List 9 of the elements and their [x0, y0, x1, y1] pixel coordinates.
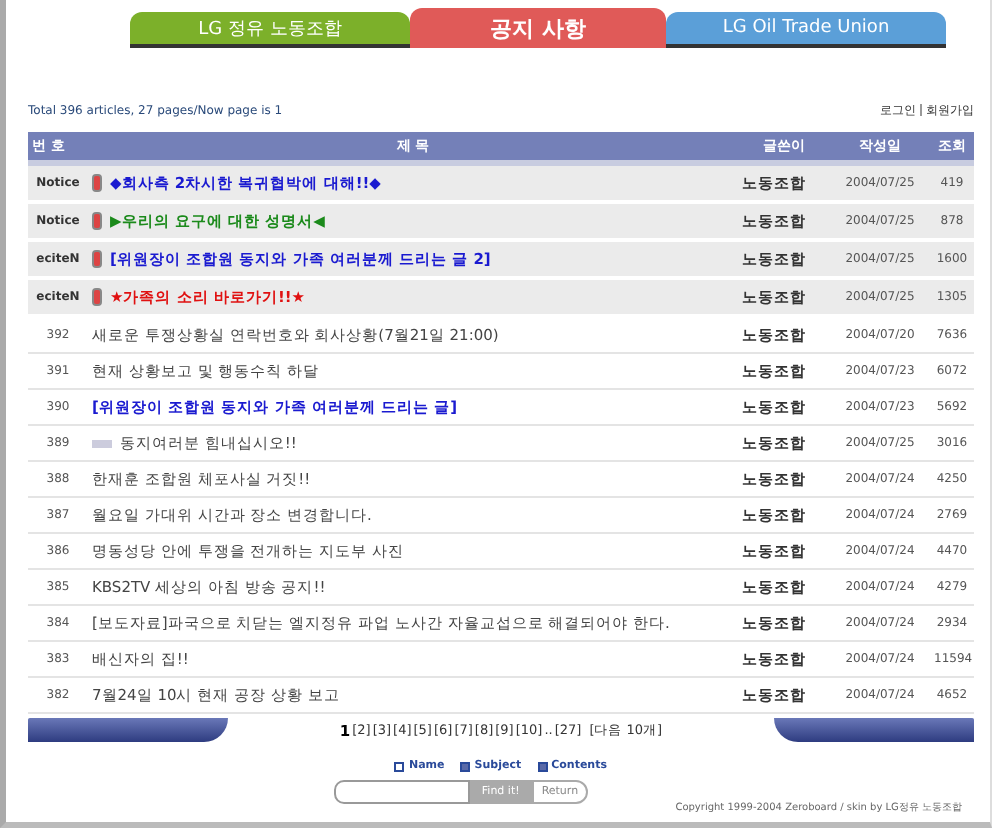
- header-tab[interactable]: 공지 사항: [410, 8, 666, 48]
- microphone-icon: [92, 288, 102, 306]
- search-option-checkbox[interactable]: [537, 761, 548, 771]
- search-option-checkbox[interactable]: [394, 761, 405, 771]
- microphone-icon: [92, 212, 102, 230]
- microphone-icon: [92, 174, 102, 192]
- microphone-icon: [92, 250, 102, 268]
- search-option-checkbox[interactable]: [460, 761, 471, 771]
- search-field[interactable]: [333, 780, 470, 804]
